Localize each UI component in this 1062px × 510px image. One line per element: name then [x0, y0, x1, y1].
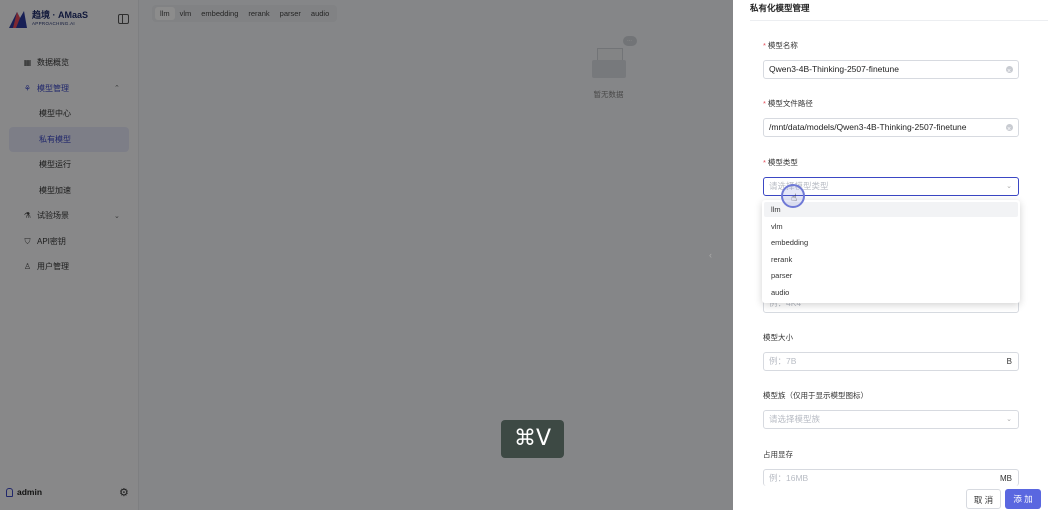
memory-placeholder: 例：16MB	[769, 473, 809, 483]
model-size-placeholder: 例：7B	[769, 356, 797, 366]
gear-icon[interactable]: ⚙	[119, 488, 130, 499]
memory-label: 占用显存	[763, 450, 793, 459]
model-path-input[interactable]: /mnt/data/models/Qwen3-4B-Thinking-2507-…	[763, 118, 1019, 138]
sidebar-item-users[interactable]: ♙ 用户管理	[0, 254, 138, 280]
tab-embedding[interactable]: embedding	[196, 7, 243, 20]
drawer-title: 私有化模型管理	[750, 3, 810, 13]
sidebar-item-label: 模型中心	[39, 109, 71, 119]
grid-icon: ▦	[23, 58, 32, 68]
empty-bubble: ...	[622, 36, 637, 46]
option-parser[interactable]: parser	[764, 268, 1018, 283]
tab-audio[interactable]: audio	[306, 7, 334, 20]
chevron-down-icon: ⌄	[1006, 183, 1012, 190]
empty-text: 暂无数据	[593, 90, 624, 99]
option-llm[interactable]: llm	[764, 202, 1018, 217]
memory-suffix: MB	[1000, 474, 1012, 483]
logo-icon	[9, 11, 27, 28]
sidebar-item-label: 模型运行	[39, 160, 71, 170]
sidebar-item-label: 模型加速	[39, 185, 71, 195]
name-label: * 模型名称	[763, 41, 798, 50]
sidebar-item-model-run[interactable]: 模型运行	[0, 152, 138, 178]
sidebar-nav: ▦ 数据概览 ⚘ 模型管理 ⌃ 模型中心 私有模型 模型运行 模型加速 ⚗ 试验…	[0, 50, 138, 280]
option-vlm[interactable]: vlm	[764, 219, 1018, 234]
path-label: * 模型文件路径	[763, 99, 813, 108]
sidebar-item-model-management[interactable]: ⚘ 模型管理 ⌃	[0, 76, 138, 102]
sidebar-item-model-accel[interactable]: 模型加速	[0, 178, 138, 204]
sidebar-item-label: 用户管理	[37, 262, 69, 272]
model-drawer: 私有化模型管理 * 模型名称 Qwen3-4B-Thinking-2507-fin…	[733, 0, 1062, 510]
model-family-placeholder: 请选择模型族	[769, 414, 821, 424]
keyboard-shortcut-overlay: ⌘V	[501, 420, 564, 458]
empty-state: ... 暂无数据	[581, 36, 637, 100]
tab-vlm[interactable]: vlm	[175, 7, 197, 20]
sidebar-item-playground[interactable]: ⚗ 试验场景 ⌄	[0, 203, 138, 229]
sidebar-item-label: 试验场景	[37, 211, 69, 221]
user-menu[interactable]: admin	[6, 487, 42, 497]
sidebar-item-label: 私有模型	[39, 134, 71, 144]
logo: 趋境 · AMaaS APPROACHING.AI	[8, 9, 88, 29]
chevron-down-icon: ⌄	[1006, 416, 1012, 423]
avatar-icon	[6, 487, 13, 497]
empty-inbox-icon: ...	[589, 36, 637, 82]
tab-parser[interactable]: parser	[275, 7, 306, 20]
chevron-down-icon: ⌄	[114, 212, 120, 220]
option-embedding[interactable]: embedding	[764, 235, 1018, 250]
clear-icon[interactable]	[1006, 63, 1013, 80]
size-suffix: B	[1006, 357, 1012, 366]
size-label: 模型大小	[763, 333, 793, 342]
sidebar-toggle-icon[interactable]	[118, 14, 129, 24]
chevron-up-icon: ⌃	[114, 85, 120, 93]
flask-icon: ⚗	[23, 211, 32, 221]
cancel-button[interactable]: 取 消	[966, 489, 1001, 509]
type-label: * 模型类型	[763, 158, 798, 167]
model-name-value: Qwen3-4B-Thinking-2507-finetune	[769, 64, 899, 74]
divider	[750, 20, 1048, 21]
option-rerank[interactable]: rerank	[764, 252, 1018, 267]
option-audio[interactable]: audio	[764, 285, 1018, 300]
chevron-left-icon: ‹	[709, 250, 712, 260]
sidebar-item-api-keys[interactable]: ⛉ API密钥	[0, 229, 138, 255]
model-type-dropdown: llm vlm embedding rerank parser audio	[762, 200, 1020, 303]
sidebar-item-label: 数据概览	[37, 58, 69, 68]
model-size-input[interactable]: 例：7B B	[763, 352, 1019, 371]
sidebar-item-overview[interactable]: ▦ 数据概览	[0, 50, 138, 76]
main-content: llm vlm embedding rerank parser audio ..…	[139, 0, 733, 510]
family-label: 模型族（仅用于显示模型图标）	[763, 391, 868, 400]
tab-rerank[interactable]: rerank	[243, 7, 274, 20]
user-icon: ♙	[23, 262, 32, 272]
brand-title: 趋境 · AMaaS	[32, 10, 89, 21]
sidebar-item-label: API密钥	[37, 236, 66, 246]
model-name-input[interactable]: Qwen3-4B-Thinking-2507-finetune	[763, 60, 1019, 80]
model-family-select[interactable]: 请选择模型族 ⌄	[763, 410, 1019, 429]
tab-llm[interactable]: llm	[155, 7, 175, 20]
sidebar-item-label: 模型管理	[37, 83, 69, 93]
sidebar-item-private-models[interactable]: 私有模型	[9, 126, 129, 152]
model-icon: ⚘	[23, 83, 32, 93]
shield-icon: ⛉	[24, 236, 31, 246]
hand-cursor-icon: ☝	[791, 193, 798, 204]
add-button[interactable]: 添 加	[1005, 489, 1041, 509]
memory-input[interactable]: 例：16MB MB	[763, 469, 1019, 486]
sidebar: 趋境 · AMaaS APPROACHING.AI ▦ 数据概览 ⚘ 模型管理 …	[0, 0, 139, 510]
model-type-tabs: llm vlm embedding rerank parser audio	[152, 5, 338, 22]
username: admin	[17, 487, 43, 497]
sidebar-item-model-center[interactable]: 模型中心	[0, 101, 138, 127]
brand-subtitle: APPROACHING.AI	[32, 21, 75, 27]
clear-icon[interactable]	[1006, 121, 1013, 138]
model-path-value: /mnt/data/models/Qwen3-4B-Thinking-2507-…	[769, 122, 967, 132]
app-background: 趋境 · AMaaS APPROACHING.AI ▦ 数据概览 ⚘ 模型管理 …	[0, 0, 733, 510]
